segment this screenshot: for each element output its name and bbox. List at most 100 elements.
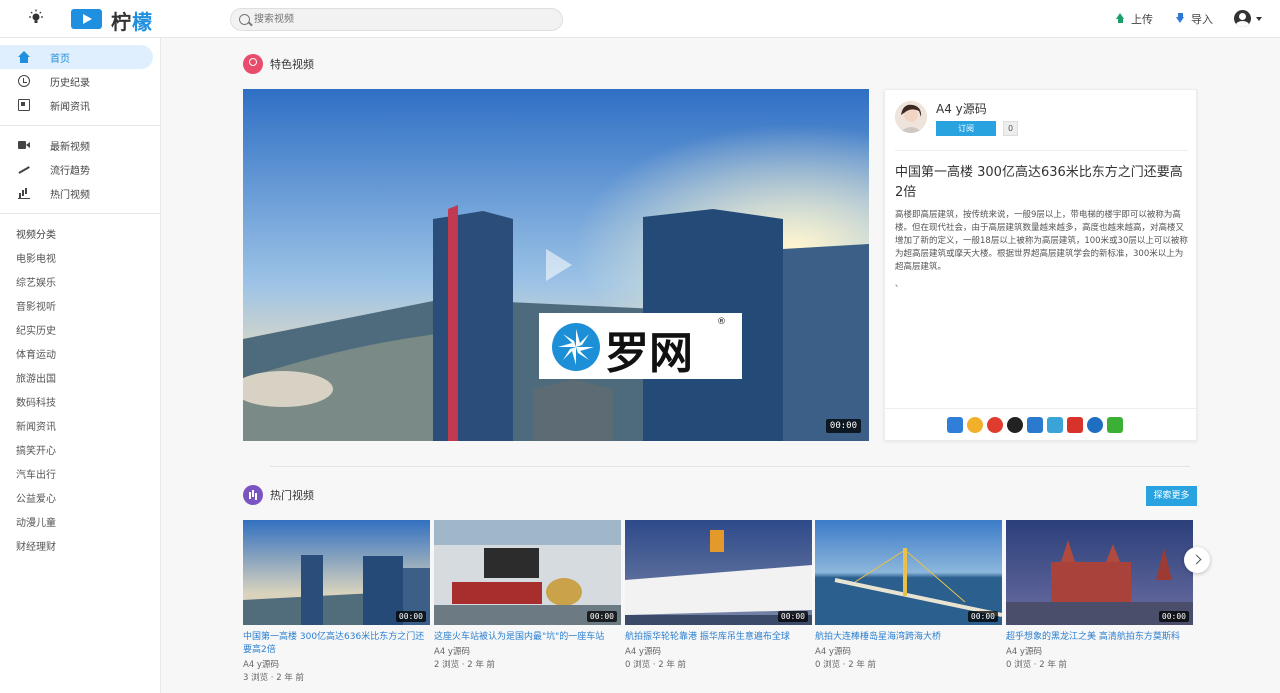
watermark-logo: 罗网 ®	[539, 313, 742, 379]
category-item[interactable]: 汽车出行	[16, 466, 56, 481]
share-icons	[947, 417, 1123, 433]
carousel-next-button[interactable]	[1184, 547, 1210, 573]
featured-video-title[interactable]: 中国第一高楼 300亿高达636米比东方之门还要高2倍	[895, 163, 1190, 203]
video-title[interactable]: 超乎想象的黑龙江之美 高清航拍东方莫斯科	[1006, 631, 1193, 644]
featured-section-header: 特色视频	[243, 54, 314, 74]
plus-share-icon[interactable]	[947, 417, 963, 433]
sidebar-item-home[interactable]: 首页	[0, 45, 153, 69]
video-author[interactable]: A4 y源码	[815, 645, 1002, 657]
video-title[interactable]: 航拍振华轮轮靠港 振华库吊生意遍布全球	[625, 631, 812, 644]
user-avatar-icon[interactable]	[1234, 10, 1251, 27]
video-camera-icon	[18, 139, 30, 151]
sidebar-item-label: 历史纪录	[50, 78, 90, 89]
star-share-icon[interactable]	[967, 417, 983, 433]
video-title[interactable]: 这座火车站被认为是国内最"坑"的一座车站	[434, 631, 621, 644]
category-item[interactable]: 旅游出国	[16, 370, 56, 385]
video-meta: 3 浏览 · 2 年 前	[243, 673, 305, 683]
author-avatar[interactable]	[895, 101, 927, 133]
video-author[interactable]: A4 y源码	[434, 645, 621, 657]
upload-label: 上传	[1131, 13, 1153, 26]
renren-icon[interactable]	[1027, 417, 1043, 433]
news-icon	[18, 99, 30, 111]
video-title[interactable]: 中国第一高楼 300亿高达636米比东方之门还要高2倍	[243, 631, 430, 657]
video-thumbnail[interactable]: 00:00	[625, 520, 812, 625]
category-item[interactable]: 综艺娱乐	[16, 274, 56, 289]
explore-more-button[interactable]: 探索更多	[1146, 486, 1197, 506]
category-item[interactable]: 搞笑开心	[16, 442, 56, 457]
category-item[interactable]: 音影视听	[16, 298, 56, 313]
upload-button[interactable]: 上传	[1115, 11, 1153, 27]
bar-chart-icon	[243, 485, 263, 505]
category-item[interactable]: 纪实历史	[16, 322, 56, 337]
download-icon	[1175, 13, 1186, 25]
video-duration: 00:00	[777, 611, 808, 622]
sidebar-item-label: 流行趋势	[50, 166, 90, 177]
video-meta: 2 浏览 · 2 年 前	[434, 660, 496, 670]
featured-info-card: A4 y源码 订阅 0 中国第一高楼 300亿高达636米比东方之门还要高2倍 …	[884, 89, 1197, 441]
category-item[interactable]: 数码科技	[16, 394, 56, 409]
video-duration: 00:00	[825, 419, 861, 433]
top-header: 柠檬 上传 导入	[0, 0, 1280, 38]
section-title: 热门视频	[270, 489, 314, 502]
video-duration: 00:00	[967, 611, 998, 622]
wechat-icon[interactable]	[1107, 417, 1123, 433]
video-thumbnail[interactable]: 00:00	[815, 520, 1002, 625]
bar-chart-icon	[18, 187, 30, 199]
douban-icon[interactable]	[1047, 417, 1063, 433]
video-thumbnail[interactable]: 00:00	[243, 520, 430, 625]
hot-section-header: 热门视频	[243, 485, 314, 505]
trending-icon	[18, 163, 30, 175]
home-icon	[18, 51, 30, 63]
category-item[interactable]: 公益爱心	[16, 490, 56, 505]
sidebar-item-label: 最新视频	[50, 142, 90, 153]
featured-video-description: 高楼即高层建筑，按传统来说，一般9层以上，带电梯的楼宇即可以被称为高楼。但在现代…	[895, 210, 1188, 272]
category-item[interactable]: 动漫儿童	[16, 514, 56, 529]
upload-icon	[1115, 13, 1126, 25]
import-button[interactable]: 导入	[1175, 11, 1213, 27]
video-card[interactable]: 00:00 航拍大连棒棰岛星海湾跨海大桥 A4 y源码 0 浏览 · 2 年 前	[815, 520, 1002, 670]
search-input[interactable]	[254, 11, 544, 28]
search-icon[interactable]	[239, 14, 250, 25]
card-divider	[885, 408, 1196, 409]
category-item[interactable]: 体育运动	[16, 346, 56, 361]
category-item[interactable]: 新闻资讯	[16, 418, 56, 433]
video-title[interactable]: 航拍大连棒棰岛星海湾跨海大桥	[815, 631, 1002, 644]
video-author[interactable]: A4 y源码	[625, 645, 812, 657]
video-card[interactable]: 00:00 航拍振华轮轮靠港 振华库吊生意遍布全球 A4 y源码 0 浏览 · …	[625, 520, 812, 670]
sidebar-item-news[interactable]: 新闻资讯	[0, 93, 153, 117]
video-card[interactable]: 00:00 中国第一高楼 300亿高达636米比东方之门还要高2倍 A4 y源码…	[243, 520, 430, 683]
chevron-down-icon[interactable]	[1256, 17, 1262, 21]
category-item[interactable]: 电影电视	[16, 250, 56, 265]
weibo-icon[interactable]	[987, 417, 1003, 433]
category-item[interactable]: 财经理财	[16, 538, 56, 553]
video-duration: 00:00	[395, 611, 426, 622]
import-label: 导入	[1191, 13, 1213, 26]
video-author[interactable]: A4 y源码	[243, 658, 430, 670]
site-logo[interactable]: 柠檬	[111, 6, 153, 35]
sidebar-item-hot[interactable]: 热门视频	[0, 181, 153, 205]
sidebar-item-history[interactable]: 历史纪录	[0, 69, 153, 93]
logo-play-icon[interactable]	[71, 9, 102, 29]
video-card[interactable]: 00:00 超乎想象的黑龙江之美 高清航拍东方莫斯科 A4 y源码 0 浏览 ·…	[1006, 520, 1193, 670]
qq-icon[interactable]	[1007, 417, 1023, 433]
sidebar-divider	[0, 213, 160, 214]
card-divider	[895, 150, 1188, 151]
section-divider	[270, 466, 1190, 467]
sidebar-item-latest[interactable]: 最新视频	[0, 133, 153, 157]
featured-video-player[interactable]: 00:00	[243, 89, 869, 441]
video-card[interactable]: 00:00 这座火车站被认为是国内最"坑"的一座车站 A4 y源码 2 浏览 ·…	[434, 520, 621, 670]
play-icon[interactable]	[546, 249, 572, 281]
tencent-weibo-icon[interactable]	[1087, 417, 1103, 433]
video-meta: 0 浏览 · 2 年 前	[1006, 660, 1068, 670]
author-name[interactable]: A4 y源码	[936, 100, 987, 117]
netease-icon[interactable]	[1067, 417, 1083, 433]
lightbulb-icon[interactable]	[27, 9, 45, 27]
search-bar[interactable]	[230, 8, 563, 31]
video-thumbnail[interactable]: 00:00	[434, 520, 621, 625]
video-author[interactable]: A4 y源码	[1006, 645, 1193, 657]
sidebar-item-label: 首页	[50, 54, 70, 65]
sidebar-item-trending[interactable]: 流行趋势	[0, 157, 153, 181]
video-thumbnail[interactable]: 00:00	[1006, 520, 1193, 625]
video-duration: 00:00	[1158, 611, 1189, 622]
subscribe-button[interactable]: 订阅	[936, 121, 996, 136]
